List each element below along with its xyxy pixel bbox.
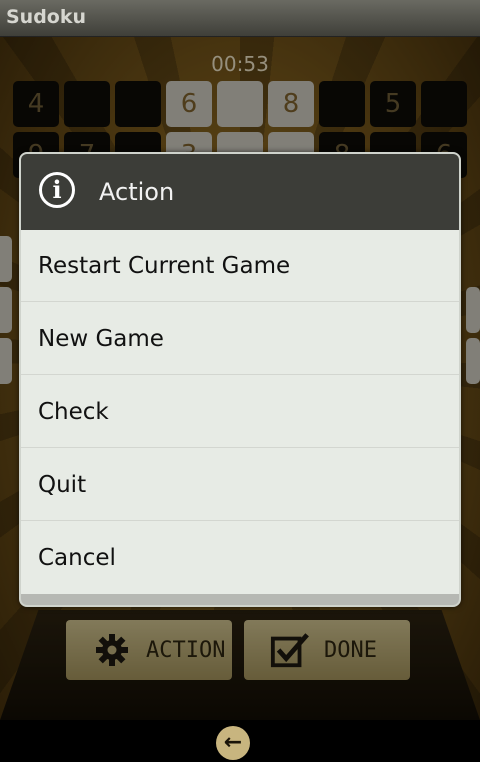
menu-item-cancel[interactable]: Cancel: [21, 522, 459, 594]
dialog-title: Action: [99, 178, 175, 206]
menu-item-new-game[interactable]: New Game: [21, 303, 459, 375]
app-title: Sudoku: [6, 6, 87, 28]
info-icon: i: [39, 172, 75, 208]
title-bar: Sudoku: [0, 0, 480, 37]
menu-item-restart-current-game[interactable]: Restart Current Game: [21, 230, 459, 302]
sudoku-app: Sudoku 00:53 4 6 8 5 9 7 3 8 6: [0, 0, 480, 762]
menu-item-check[interactable]: Check: [21, 376, 459, 448]
action-dialog: i Action Restart Current Game New Game C…: [19, 152, 461, 607]
menu-item-quit[interactable]: Quit: [21, 449, 459, 521]
back-arrow-icon[interactable]: ←: [216, 726, 250, 760]
dialog-header: i Action: [21, 154, 459, 230]
dialog-footer: [21, 594, 459, 605]
